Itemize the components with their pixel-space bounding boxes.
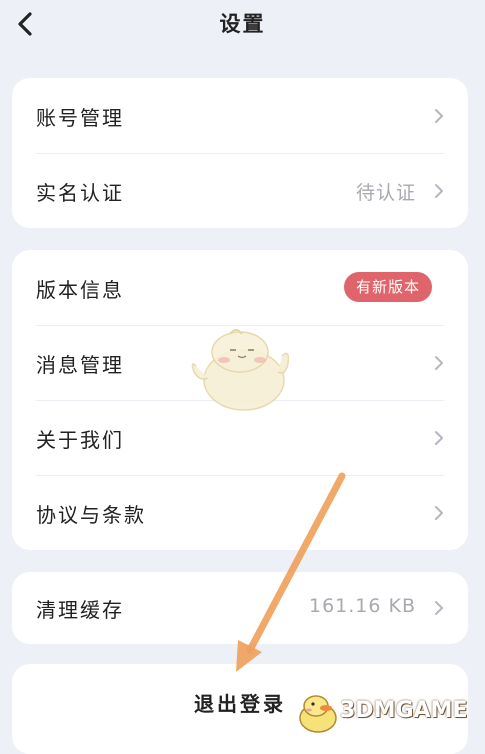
- row-label: 消息管理: [36, 353, 124, 377]
- row-version-info[interactable]: 版本信息 有新版本: [12, 250, 468, 325]
- chevron-right-icon: [435, 601, 443, 615]
- mascot-icon: [191, 329, 290, 411]
- header-bar: 设置: [0, 0, 485, 50]
- cache-card: 清理缓存 161.16 KB: [12, 572, 468, 644]
- row-clear-cache[interactable]: 清理缓存 161.16 KB: [12, 572, 468, 644]
- watermark-text: 3DMGAME: [340, 698, 468, 723]
- chevron-right-icon: [435, 506, 443, 520]
- chevron-right-icon: [435, 184, 443, 198]
- row-label: 关于我们: [36, 428, 124, 452]
- chevron-right-icon: [435, 431, 443, 445]
- page-title: 设置: [219, 12, 266, 36]
- row-label: 版本信息: [36, 278, 124, 302]
- new-version-badge: 有新版本: [343, 272, 432, 302]
- duck-logo-icon: [299, 695, 337, 733]
- row-label: 实名认证: [36, 181, 124, 205]
- row-account-management[interactable]: 账号管理: [12, 78, 468, 153]
- account-card: 账号管理 实名认证 待认证: [12, 78, 468, 228]
- row-label: 账号管理: [36, 106, 124, 130]
- row-real-name-verification[interactable]: 实名认证 待认证: [12, 153, 468, 228]
- verification-status: 待认证: [355, 182, 416, 204]
- row-label: 协议与条款: [36, 503, 146, 527]
- watermark-logo: 3DMGAME: [296, 690, 481, 736]
- chevron-right-icon: [435, 109, 443, 123]
- cache-size: 161.16 KB: [308, 595, 416, 617]
- row-label: 清理缓存: [36, 598, 124, 622]
- chevron-right-icon: [435, 356, 443, 370]
- row-terms[interactable]: 协议与条款: [12, 475, 468, 550]
